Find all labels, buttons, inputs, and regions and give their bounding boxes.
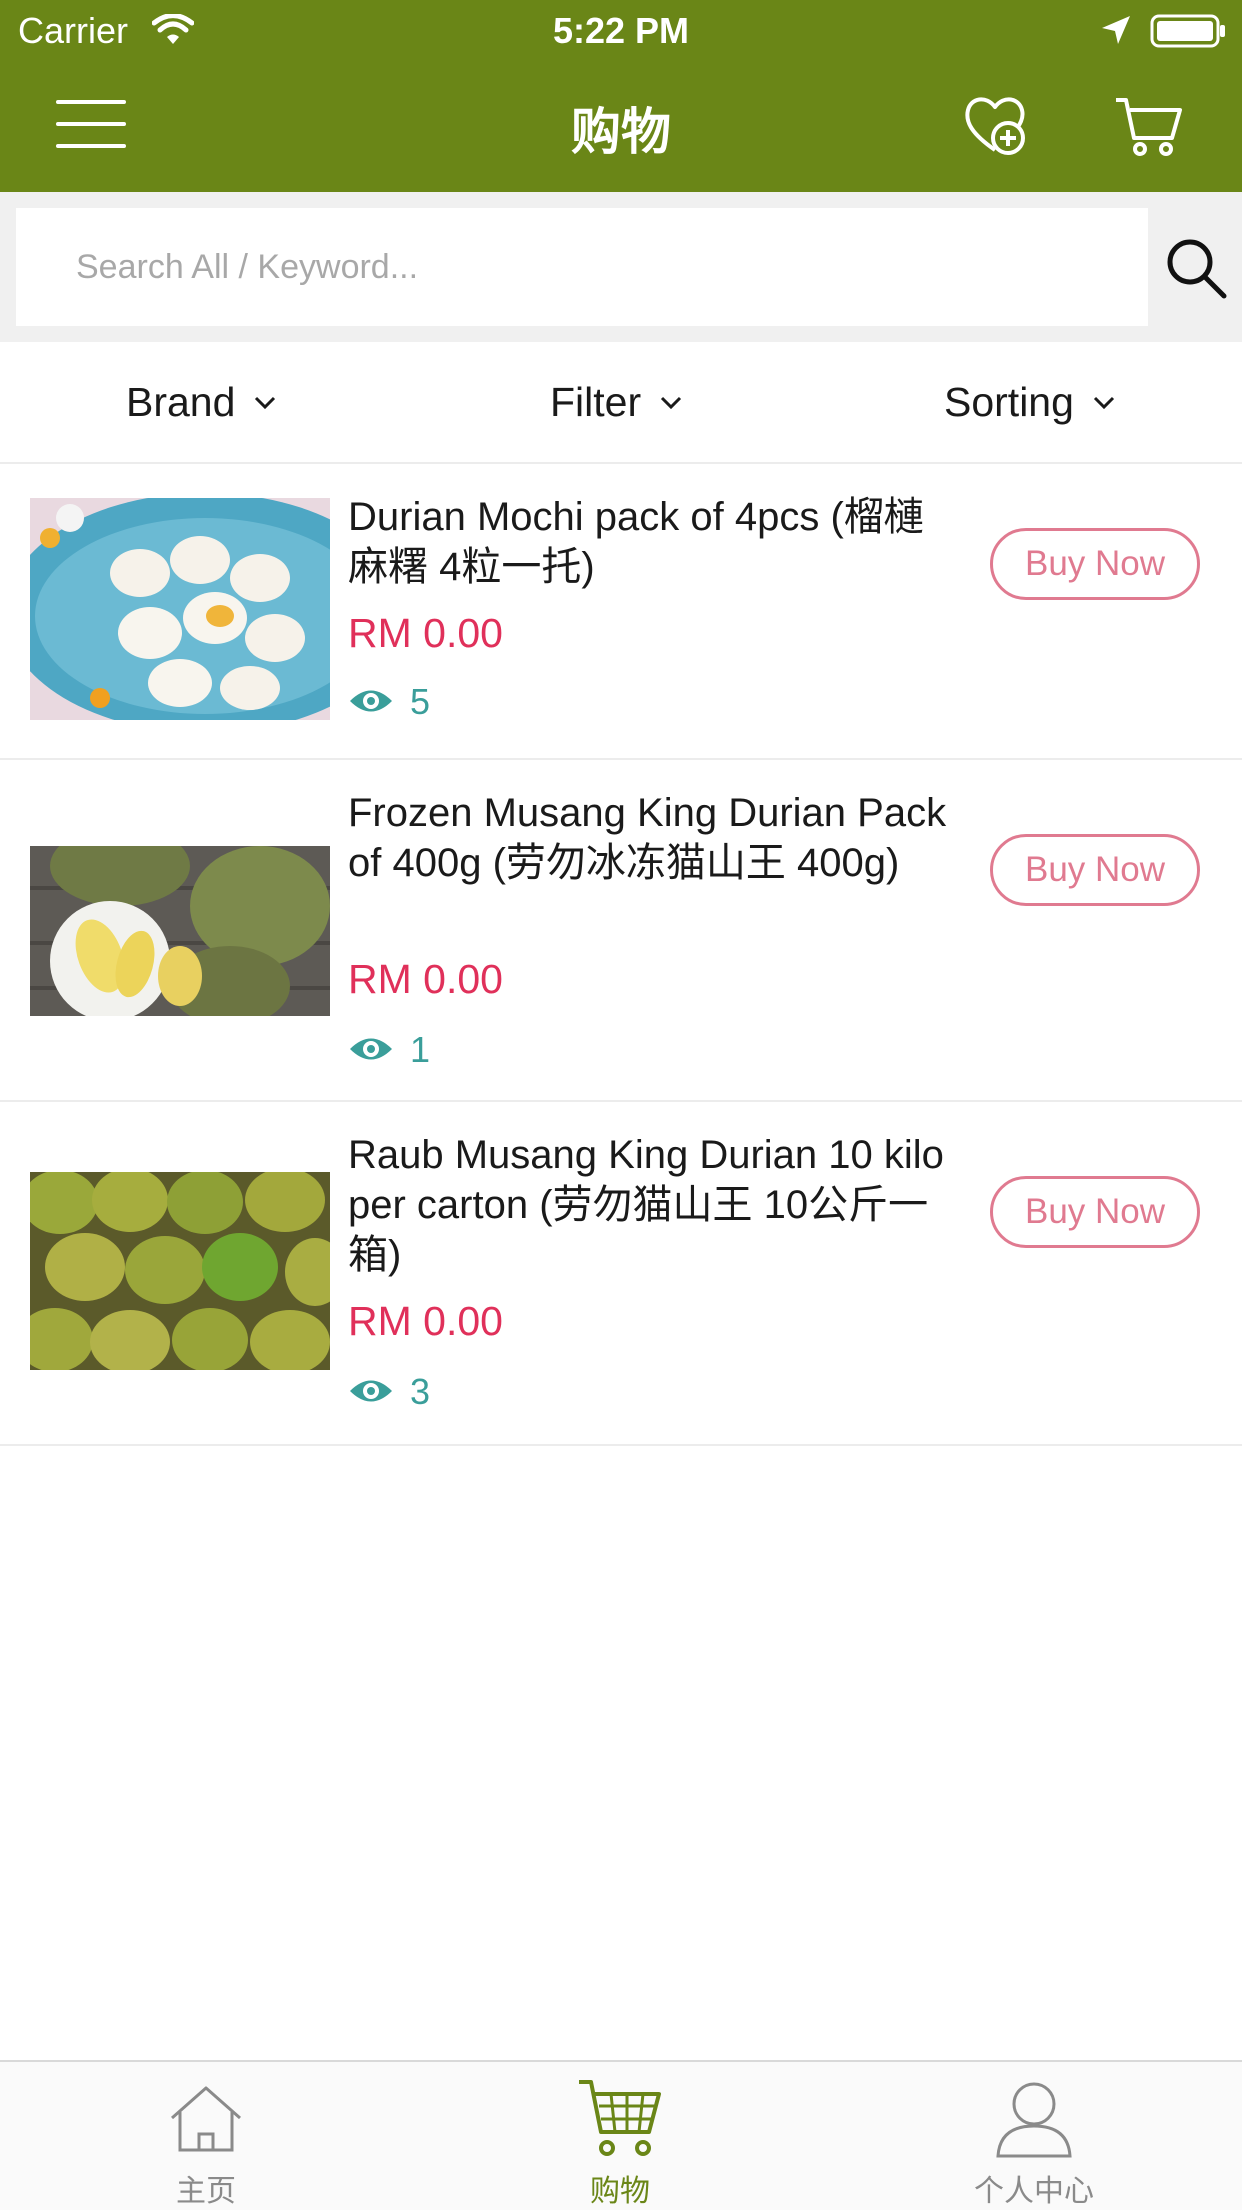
status-bar: Carrier 5:22 PM xyxy=(0,0,1242,62)
view-count: 1 xyxy=(410,1029,431,1070)
product-item[interactable]: Raub Musang King Durian 10 kilo per cart… xyxy=(0,1102,1242,1446)
filter-label: Filter xyxy=(550,379,642,425)
product-image-frozen-musang-king[interactable] xyxy=(30,846,330,1016)
search-input[interactable] xyxy=(16,208,1148,326)
product-name[interactable]: Durian Mochi pack of 4pcs (榴槤麻糬 4粒一托) xyxy=(348,492,948,592)
shopping-cart-icon xyxy=(500,2076,740,2163)
tab-shop-label: 购物 xyxy=(590,2175,650,2208)
filter-dropdown[interactable]: Filter xyxy=(550,342,683,462)
product-views: 5 xyxy=(348,682,430,722)
tab-profile[interactable]: 个人中心 xyxy=(914,2062,1154,2210)
eye-icon xyxy=(350,1038,392,1060)
product-views: 3 xyxy=(348,1372,430,1412)
product-price: RM 0.00 xyxy=(348,956,503,1002)
tab-profile-label: 个人中心 xyxy=(974,2175,1094,2208)
search-icon xyxy=(1167,239,1227,299)
view-count: 5 xyxy=(410,681,431,722)
product-views: 1 xyxy=(348,1030,430,1070)
top-bar: Carrier 5:22 PM 购物 xyxy=(0,0,1242,192)
product-item[interactable]: Frozen Musang King Durian Pack of 400g (… xyxy=(0,760,1242,1102)
search-bar xyxy=(0,192,1242,342)
favorite-button[interactable] xyxy=(962,92,1028,158)
page-title: 购物 xyxy=(571,104,671,160)
eye-icon xyxy=(350,1380,392,1402)
chevron-down-icon xyxy=(1093,397,1114,410)
product-name[interactable]: Raub Musang King Durian 10 kilo per cart… xyxy=(348,1130,948,1280)
view-count: 3 xyxy=(410,1371,431,1412)
tab-home[interactable]: 主页 xyxy=(86,2062,326,2210)
product-list: Durian Mochi pack of 4pcs (榴槤麻糬 4粒一托) RM… xyxy=(0,464,1242,1446)
product-name[interactable]: Frozen Musang King Durian Pack of 400g (… xyxy=(348,788,948,888)
product-price: RM 0.00 xyxy=(348,610,503,656)
location-arrow-icon xyxy=(1100,14,1132,51)
chevron-down-icon xyxy=(661,397,682,410)
filter-bar: Brand Filter Sorting xyxy=(0,342,1242,464)
cart-button[interactable] xyxy=(1114,94,1184,158)
brand-label: Brand xyxy=(126,379,236,425)
home-icon xyxy=(86,2082,326,2161)
product-image-durian-mochi[interactable] xyxy=(30,498,330,720)
tab-shop[interactable]: 购物 xyxy=(500,2062,740,2210)
status-time: 5:22 PM xyxy=(552,10,690,51)
battery-icon xyxy=(1150,14,1228,53)
brand-dropdown[interactable]: Brand xyxy=(126,342,277,462)
user-icon xyxy=(914,2078,1154,2163)
tab-home-label: 主页 xyxy=(176,2175,236,2208)
favorite-heart-plus-icon xyxy=(965,97,1025,155)
product-image-raub-musang-king[interactable] xyxy=(30,1172,330,1370)
search-button[interactable] xyxy=(1164,236,1228,300)
eye-icon xyxy=(350,690,392,712)
cart-icon xyxy=(1116,98,1182,156)
tab-bar: 主页 购物 个人中心 xyxy=(0,2060,1242,2210)
product-price: RM 0.00 xyxy=(348,1298,503,1344)
chevron-down-icon xyxy=(255,397,276,410)
product-item[interactable]: Durian Mochi pack of 4pcs (榴槤麻糬 4粒一托) RM… xyxy=(0,464,1242,760)
buy-now-button[interactable]: Buy Now xyxy=(990,528,1200,600)
buy-now-button[interactable]: Buy Now xyxy=(990,1176,1200,1248)
buy-now-button[interactable]: Buy Now xyxy=(990,834,1200,906)
sorting-label: Sorting xyxy=(944,379,1074,425)
sorting-dropdown[interactable]: Sorting xyxy=(944,342,1116,462)
